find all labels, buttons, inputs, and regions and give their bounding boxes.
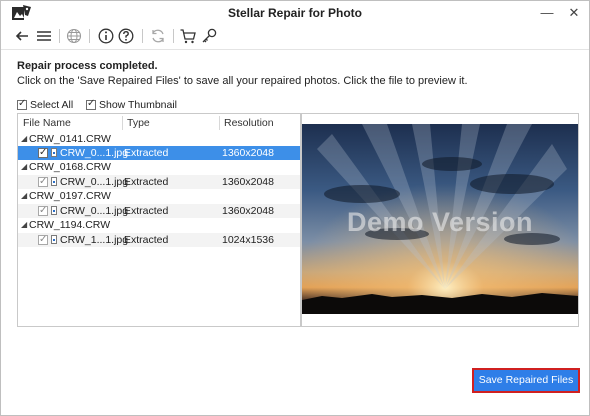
folder-name: CRW_0141.CRW — [29, 133, 111, 145]
toolbar — [1, 25, 589, 47]
file-row-selected[interactable]: CRW_0...1.jpg Extracted 1360x2048 — [18, 146, 300, 160]
toolbar-separator — [173, 29, 174, 43]
file-type: Extracted — [124, 147, 169, 159]
folder-row[interactable]: ◢ CRW_0141.CRW — [18, 132, 300, 146]
minimize-button[interactable]: — — [536, 3, 558, 23]
collapse-arrow-icon[interactable]: ◢ — [21, 160, 27, 174]
globe-icon[interactable] — [65, 27, 83, 45]
toolbar-separator — [59, 29, 60, 43]
collapse-arrow-icon[interactable]: ◢ — [21, 218, 27, 232]
save-button-label: Save Repaired Files — [478, 374, 574, 386]
image-file-icon — [51, 177, 57, 186]
folder-name: CRW_1194.CRW — [29, 219, 111, 231]
close-button[interactable]: ✕ — [563, 3, 585, 23]
column-divider[interactable] — [122, 116, 123, 130]
title-bar: Stellar Repair for Photo — ✕ — [1, 1, 589, 25]
help-icon[interactable] — [117, 27, 135, 45]
file-name: CRW_1...1.jpg — [60, 234, 129, 246]
column-header-resolution[interactable]: Resolution — [224, 114, 274, 132]
file-checkbox[interactable] — [38, 204, 48, 218]
toolbar-separator — [142, 29, 143, 43]
file-checkbox[interactable] — [38, 146, 48, 160]
file-type: Extracted — [124, 234, 169, 246]
file-resolution: 1360x2048 — [222, 176, 274, 188]
status-message: Click on the 'Save Repaired Files' to sa… — [17, 75, 468, 87]
show-thumbnail-option[interactable]: Show Thumbnail — [86, 98, 178, 111]
show-thumbnail-label: Show Thumbnail — [99, 99, 178, 111]
app-window: Stellar Repair for Photo — ✕ Repair proc… — [0, 0, 590, 416]
select-all-label: Select All — [30, 99, 74, 111]
file-type: Extracted — [124, 205, 169, 217]
collapse-arrow-icon[interactable]: ◢ — [21, 189, 27, 203]
save-repaired-files-button[interactable]: Save Repaired Files — [472, 368, 580, 393]
file-row[interactable]: CRW_1...1.jpg Extracted 1024x1536 — [18, 233, 300, 247]
image-file-icon — [51, 148, 57, 157]
column-divider[interactable] — [219, 116, 220, 130]
collapse-arrow-icon[interactable]: ◢ — [21, 132, 27, 146]
folder-name: CRW_0197.CRW — [29, 190, 111, 202]
select-all-checkbox[interactable] — [17, 98, 27, 110]
folder-row[interactable]: ◢ CRW_1194.CRW — [18, 218, 300, 232]
cart-icon[interactable] — [179, 27, 197, 45]
file-type: Extracted — [124, 176, 169, 188]
preview-panel: Demo Version — [301, 113, 579, 327]
info-icon[interactable] — [97, 27, 115, 45]
status-heading: Repair process completed. — [17, 60, 158, 72]
column-header-file-name[interactable]: File Name — [23, 114, 71, 132]
image-file-icon — [51, 206, 57, 215]
image-file-icon — [51, 235, 57, 244]
key-icon[interactable] — [200, 27, 218, 45]
select-all-option[interactable]: Select All — [17, 98, 74, 111]
folder-name: CRW_0168.CRW — [29, 161, 111, 173]
file-checkbox[interactable] — [38, 175, 48, 189]
file-resolution: 1360x2048 — [222, 205, 274, 217]
menu-icon[interactable] — [35, 27, 53, 45]
column-header-type[interactable]: Type — [127, 114, 150, 132]
demo-watermark: Demo Version — [346, 207, 534, 237]
file-name: CRW_0...1.jpg — [60, 205, 129, 217]
file-checkbox[interactable] — [38, 233, 48, 247]
toolbar-separator — [89, 29, 90, 43]
file-name: CRW_0...1.jpg — [60, 176, 129, 188]
file-tree-table: File Name Type Resolution ◢ CRW_0141.CRW… — [17, 113, 301, 327]
file-resolution: 1024x1536 — [222, 234, 274, 246]
file-resolution: 1360x2048 — [222, 147, 274, 159]
file-row[interactable]: CRW_0...1.jpg Extracted 1360x2048 — [18, 175, 300, 189]
window-title: Stellar Repair for Photo — [227, 6, 363, 20]
toolbar-divider — [1, 49, 589, 50]
folder-row[interactable]: ◢ CRW_0197.CRW — [18, 189, 300, 203]
refresh-icon[interactable] — [149, 27, 167, 45]
file-row[interactable]: CRW_0...1.jpg Extracted 1360x2048 — [18, 204, 300, 218]
show-thumbnail-checkbox[interactable] — [86, 98, 96, 110]
file-name: CRW_0...1.jpg — [60, 147, 129, 159]
back-arrow-icon[interactable] — [13, 27, 31, 45]
folder-row[interactable]: ◢ CRW_0168.CRW — [18, 160, 300, 174]
